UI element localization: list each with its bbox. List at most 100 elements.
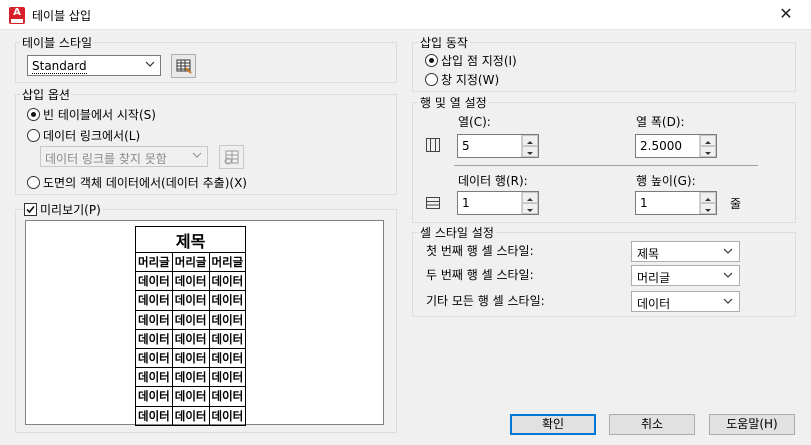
preview-data-row: 데이터 데이터 데이터 xyxy=(135,328,247,349)
data-rows-value: 1 xyxy=(462,196,470,210)
preview-data-cell: 데이터 xyxy=(171,328,210,349)
preview-header-cell: 머리글 xyxy=(208,251,247,273)
other-rows-style-value: 데이터 xyxy=(637,297,671,311)
radio-empty-table-label: 빈 테이블에서 시작(S) xyxy=(43,108,156,122)
row-height-unit: 줄 xyxy=(730,197,742,211)
preview-data-cell: 데이터 xyxy=(208,367,247,388)
second-row-style-select[interactable]: 머리글 xyxy=(631,265,740,286)
preview-data-row: 데이터 데이터 데이터 xyxy=(135,309,247,330)
row-height-label: 행 높이(G): xyxy=(636,174,696,188)
data-link-icon xyxy=(224,150,239,165)
second-row-style-label: 두 번째 행 셀 스타일: xyxy=(426,268,534,282)
table-style-select[interactable]: Standard xyxy=(27,55,161,76)
triangle-down-icon xyxy=(527,152,533,155)
row-height-spinner xyxy=(699,192,716,214)
preview-header-row: 머리글 머리글 머리글 xyxy=(135,251,247,273)
preview-data-cell: 데이터 xyxy=(208,290,247,311)
chevron-down-icon xyxy=(723,248,733,254)
preview-panel: 제목 머리글 머리글 머리글 데이터 데이터 데이터 데이터 데이터 데이터 데이터 데이터 데이터 데이… xyxy=(25,220,384,426)
chevron-down-icon xyxy=(723,272,733,278)
spin-up-button[interactable] xyxy=(700,192,716,203)
radio-data-link[interactable] xyxy=(27,129,40,142)
preview-data-cell: 데이터 xyxy=(135,386,173,407)
preview-data-cell: 데이터 xyxy=(208,271,247,292)
preview-checkbox[interactable] xyxy=(24,203,37,216)
preview-data-cell: 데이터 xyxy=(208,386,247,407)
preview-data-cell: 데이터 xyxy=(208,405,247,426)
cancel-button[interactable]: 취소 xyxy=(609,414,695,435)
data-rows-input[interactable]: 1 xyxy=(457,191,539,215)
preview-data-row: 데이터 데이터 데이터 xyxy=(135,271,247,292)
other-rows-style-label: 기타 모든 행 셀 스타일: xyxy=(426,294,545,308)
other-rows-style-select[interactable]: 데이터 xyxy=(631,291,740,312)
chevron-down-icon xyxy=(192,152,202,158)
preview-data-cell: 데이터 xyxy=(171,367,210,388)
table-style-dialog-button[interactable] xyxy=(171,54,196,78)
spin-down-button[interactable] xyxy=(522,146,538,157)
spin-down-button[interactable] xyxy=(522,203,538,214)
rows-icon xyxy=(426,197,440,209)
columns-label: 열(C): xyxy=(458,115,491,129)
row-height-input[interactable]: 1 xyxy=(635,191,717,215)
triangle-down-icon xyxy=(527,209,533,212)
divider xyxy=(454,165,758,166)
columns-value: 5 xyxy=(462,139,470,153)
spin-up-button[interactable] xyxy=(700,135,716,146)
table-style-value: Standard xyxy=(32,59,87,74)
radio-extract-data-label: 도면의 객체 데이터에서(데이터 추출)(X) xyxy=(43,176,247,190)
chevron-down-icon xyxy=(723,298,733,304)
preview-data-cell: 데이터 xyxy=(135,290,173,311)
preview-data-cell: 데이터 xyxy=(135,328,173,349)
insert-options-label: 삽입 옵션 xyxy=(20,86,72,103)
preview-data-cell: 데이터 xyxy=(135,367,173,388)
help-button[interactable]: 도움말(H) xyxy=(709,414,795,435)
data-link-value: 데이터 링크를 찾지 못함 xyxy=(45,152,167,166)
spin-up-button[interactable] xyxy=(522,192,538,203)
spin-down-button[interactable] xyxy=(700,203,716,214)
data-rows-spinner xyxy=(521,192,538,214)
column-width-spinner xyxy=(699,135,716,157)
triangle-down-icon xyxy=(705,152,711,155)
preview-data-cell: 데이터 xyxy=(171,309,210,330)
cell-styles-label: 셀 스타일 설정 xyxy=(418,224,496,241)
spin-up-button[interactable] xyxy=(522,135,538,146)
preview-data-cell: 데이터 xyxy=(135,405,173,426)
first-row-style-select[interactable]: 제목 xyxy=(631,241,740,262)
column-width-label: 열 폭(D): xyxy=(636,115,685,129)
preview-data-cell: 데이터 xyxy=(135,347,173,369)
triangle-down-icon xyxy=(705,209,711,212)
radio-specify-insertion-point[interactable] xyxy=(425,54,438,67)
row-height-value: 1 xyxy=(640,196,648,210)
data-link-manager-button[interactable] xyxy=(219,145,244,169)
columns-spinner xyxy=(521,135,538,157)
preview-label: 미리보기(P) xyxy=(38,201,103,218)
radio-specify-insertion-point-label: 삽입 점 지정(I) xyxy=(441,54,517,68)
columns-input[interactable]: 5 xyxy=(457,134,539,158)
first-row-style-value: 제목 xyxy=(637,247,660,261)
rows-columns-label: 행 및 열 설정 xyxy=(418,94,489,111)
preview-data-cell: 데이터 xyxy=(135,271,173,292)
preview-data-row: 데이터 데이터 데이터 xyxy=(135,386,247,407)
preview-data-row: 데이터 데이터 데이터 xyxy=(135,347,247,369)
second-row-style-value: 머리글 xyxy=(637,271,671,285)
table-style-label: 테이블 스타일 xyxy=(20,34,95,51)
preview-data-row: 데이터 데이터 데이터 xyxy=(135,290,247,311)
close-button[interactable]: ✕ xyxy=(775,5,797,25)
data-link-select[interactable]: 데이터 링크를 찾지 못함 xyxy=(40,146,208,167)
column-width-input[interactable]: 2.5000 xyxy=(635,134,717,158)
radio-specify-window-label: 창 지정(W) xyxy=(441,73,500,87)
radio-empty-table[interactable] xyxy=(27,108,40,121)
column-width-value: 2.5000 xyxy=(640,139,682,153)
app-logo-icon: A xyxy=(9,7,25,24)
radio-specify-window[interactable] xyxy=(425,73,438,86)
ok-button[interactable]: 확인 xyxy=(510,414,596,435)
window-title: 테이블 삽입 xyxy=(32,9,92,23)
columns-icon xyxy=(426,138,440,152)
spin-down-button[interactable] xyxy=(700,146,716,157)
title-bar xyxy=(0,0,811,30)
preview-data-cell: 데이터 xyxy=(171,405,210,426)
radio-extract-data[interactable] xyxy=(27,176,40,189)
preview-data-cell: 데이터 xyxy=(171,271,210,292)
preview-data-cell: 데이터 xyxy=(208,328,247,349)
preview-data-row: 데이터 데이터 데이터 xyxy=(135,405,247,426)
